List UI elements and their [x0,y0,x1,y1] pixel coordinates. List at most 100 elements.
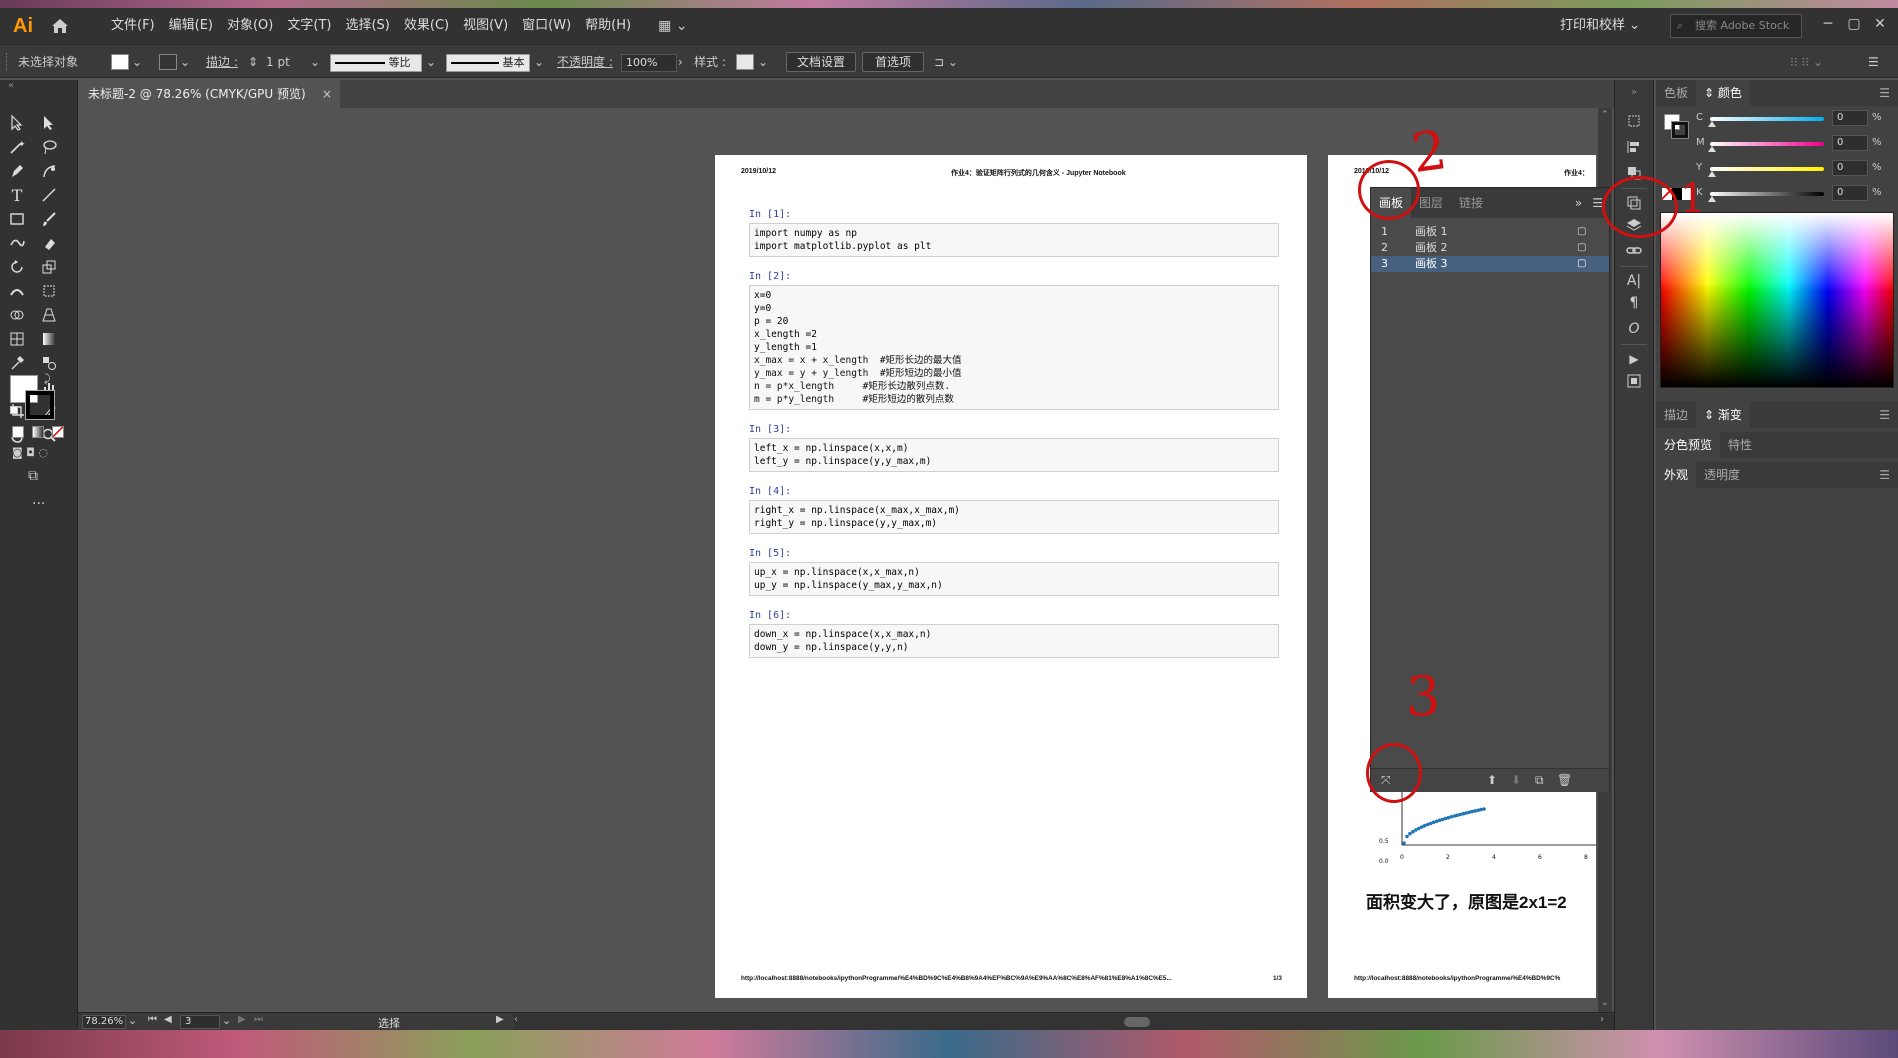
move-up-icon[interactable]: ⬆ [1487,773,1497,787]
channel-value-field[interactable]: 0 [1832,185,1868,201]
selection-tool-icon[interactable] [6,112,28,134]
mesh-tool-icon[interactable] [6,328,28,350]
channel-value-field[interactable]: 0 [1832,110,1868,126]
align-icon[interactable]: ⁝⁝ ⁝⁝ ⌄ [1790,45,1823,79]
slider-thumb[interactable] [1708,196,1716,202]
tab-stroke[interactable]: 描边 [1656,402,1696,428]
chevron-down-icon[interactable]: ⌄ [426,45,436,79]
color-spectrum[interactable] [1660,212,1894,388]
horizontal-scrollbar[interactable]: ‹ › [514,1014,1614,1030]
character-panel-icon[interactable]: A| [1621,266,1647,289]
panel-menu-icon[interactable]: ☰ [1879,86,1898,100]
tab-separations-preview[interactable]: 分色预览 [1656,432,1721,458]
scroll-right-arrow[interactable]: › [1600,1014,1604,1025]
magic-wand-tool-icon[interactable]: ✦ [6,136,28,158]
chevron-down-icon[interactable]: ⌄ [534,45,544,79]
paintbrush-tool-icon[interactable] [38,208,60,230]
shape-builder-tool-icon[interactable] [6,304,28,326]
artboard-number-field[interactable]: 3 [180,1015,220,1029]
menu-effect[interactable]: 效果(C) [397,8,456,44]
rectangle-tool-icon[interactable] [6,208,28,230]
channel-slider[interactable] [1710,192,1824,196]
scroll-thumb[interactable] [1124,1017,1150,1027]
document-info-icon[interactable] [1621,370,1647,392]
rotate-tool-icon[interactable] [6,256,28,278]
panel-menu-icon[interactable]: ☰ [1879,468,1898,482]
maximize-button[interactable]: ▢ [1842,12,1866,36]
menu-file[interactable]: 文件(F) [104,8,162,44]
variable-width-profile[interactable]: 等比 [330,54,422,72]
edit-toolbar-icon[interactable]: ··· [32,496,45,512]
chevron-down-icon[interactable]: ⌄ [222,1014,231,1027]
brush-definition[interactable]: 基本 [446,54,530,72]
stroke-color-box[interactable] [25,390,55,420]
color-stroke-box[interactable] [1671,121,1689,139]
artboard-row[interactable]: 2 画板 2 ▢ [1371,240,1609,256]
fill-swatch[interactable] [111,54,129,70]
menu-edit[interactable]: 编辑(E) [162,8,220,44]
free-transform-tool-icon[interactable] [38,280,60,302]
eyedropper-tool-icon[interactable] [6,352,28,374]
chevron-down-icon[interactable]: ⌄ [132,45,142,79]
channel-slider[interactable] [1710,117,1824,121]
graphic-style-swatch[interactable] [736,54,754,70]
tab-transparency[interactable]: 透明度 [1696,462,1748,488]
opacity-field[interactable]: 100% [621,54,677,72]
links-panel-icon[interactable] [1621,240,1647,262]
last-artboard-button[interactable]: ⏭ [254,1014,263,1025]
width-tool-icon[interactable] [6,280,28,302]
arrange-documents-icon[interactable]: ▦ ⌄ [658,18,687,34]
none-mode-icon[interactable] [52,426,64,438]
eraser-tool-icon[interactable] [38,232,60,254]
gradient-tool-icon[interactable] [38,328,60,350]
paragraph-panel-icon[interactable]: ¶ [1621,292,1647,314]
home-icon[interactable] [46,12,74,40]
actions-panel-icon[interactable]: ▶ [1621,344,1647,366]
menu-help[interactable]: 帮助(H) [578,8,638,44]
menu-select[interactable]: 选择(S) [338,8,396,44]
stock-search-input[interactable]: ⌕ 搜索 Adobe Stock [1670,14,1802,38]
delete-artboard-icon[interactable]: 🗑 [1557,773,1572,787]
zoom-field[interactable]: 78.26% [82,1015,126,1029]
grip-handle[interactable] [6,53,9,71]
type-tool-icon[interactable]: T [6,184,28,206]
blend-tool-icon[interactable] [38,352,60,374]
tab-gradient[interactable]: ⇕ 渐变 [1696,402,1750,428]
stroke-weight-value[interactable]: 1 pt [266,45,290,79]
chevron-down-icon[interactable]: ⌄ [758,45,768,79]
move-down-icon[interactable]: ⬇ [1511,773,1521,787]
tab-swatches[interactable]: 色板 [1656,80,1696,106]
scroll-left-arrow[interactable]: ‹ [514,1014,518,1025]
drawing-modes-icon[interactable]: ◙ ◘ ◌ [12,446,48,459]
chevron-down-icon[interactable]: ⌄ [180,45,190,79]
chevron-down-icon[interactable]: ⌄ [128,1014,137,1027]
artboard-options-icon[interactable]: ▢ [1577,240,1586,256]
channel-value-field[interactable]: 0 [1832,135,1868,151]
collapse-arrows-icon[interactable]: « [8,80,14,91]
curvature-tool-icon[interactable] [38,160,60,182]
menu-object[interactable]: 对象(O) [220,8,280,44]
direct-selection-tool-icon[interactable] [38,112,60,134]
slider-thumb[interactable] [1708,171,1716,177]
stroke-swatch[interactable] [159,54,177,70]
previous-artboard-button[interactable]: ◀ [164,1014,172,1025]
default-colors-icon[interactable] [10,406,18,414]
close-icon[interactable]: × [322,80,332,108]
shaper-tool-icon[interactable] [6,232,28,254]
tab-links[interactable]: 链接 [1451,188,1491,218]
preferences-button[interactable]: 首选项 [862,52,924,72]
color-mode-icon[interactable] [12,426,24,438]
artboard-row[interactable]: 3 画板 3 ▢ [1371,256,1609,272]
panel-menu-icon[interactable]: ☰ [1879,408,1898,422]
minimize-button[interactable]: ─ [1816,12,1840,36]
opentype-panel-icon[interactable]: O [1621,318,1647,340]
document-tab[interactable]: 未标题-2 @ 78.26% (CMYK/GPU 预览) × [78,80,340,108]
transform-panel-icon[interactable] [1621,110,1647,132]
new-artboard-icon[interactable]: ⧉ [1535,773,1544,788]
swap-colors-icon[interactable]: ⤸ [44,372,51,386]
slider-thumb[interactable] [1708,121,1716,127]
artboard-options-icon[interactable]: ▢ [1577,256,1586,272]
channel-slider[interactable] [1710,142,1824,146]
workspace-switcher[interactable]: 打印和校样 ⌄ [1560,8,1640,44]
next-artboard-button[interactable]: ▶ [238,1014,246,1025]
